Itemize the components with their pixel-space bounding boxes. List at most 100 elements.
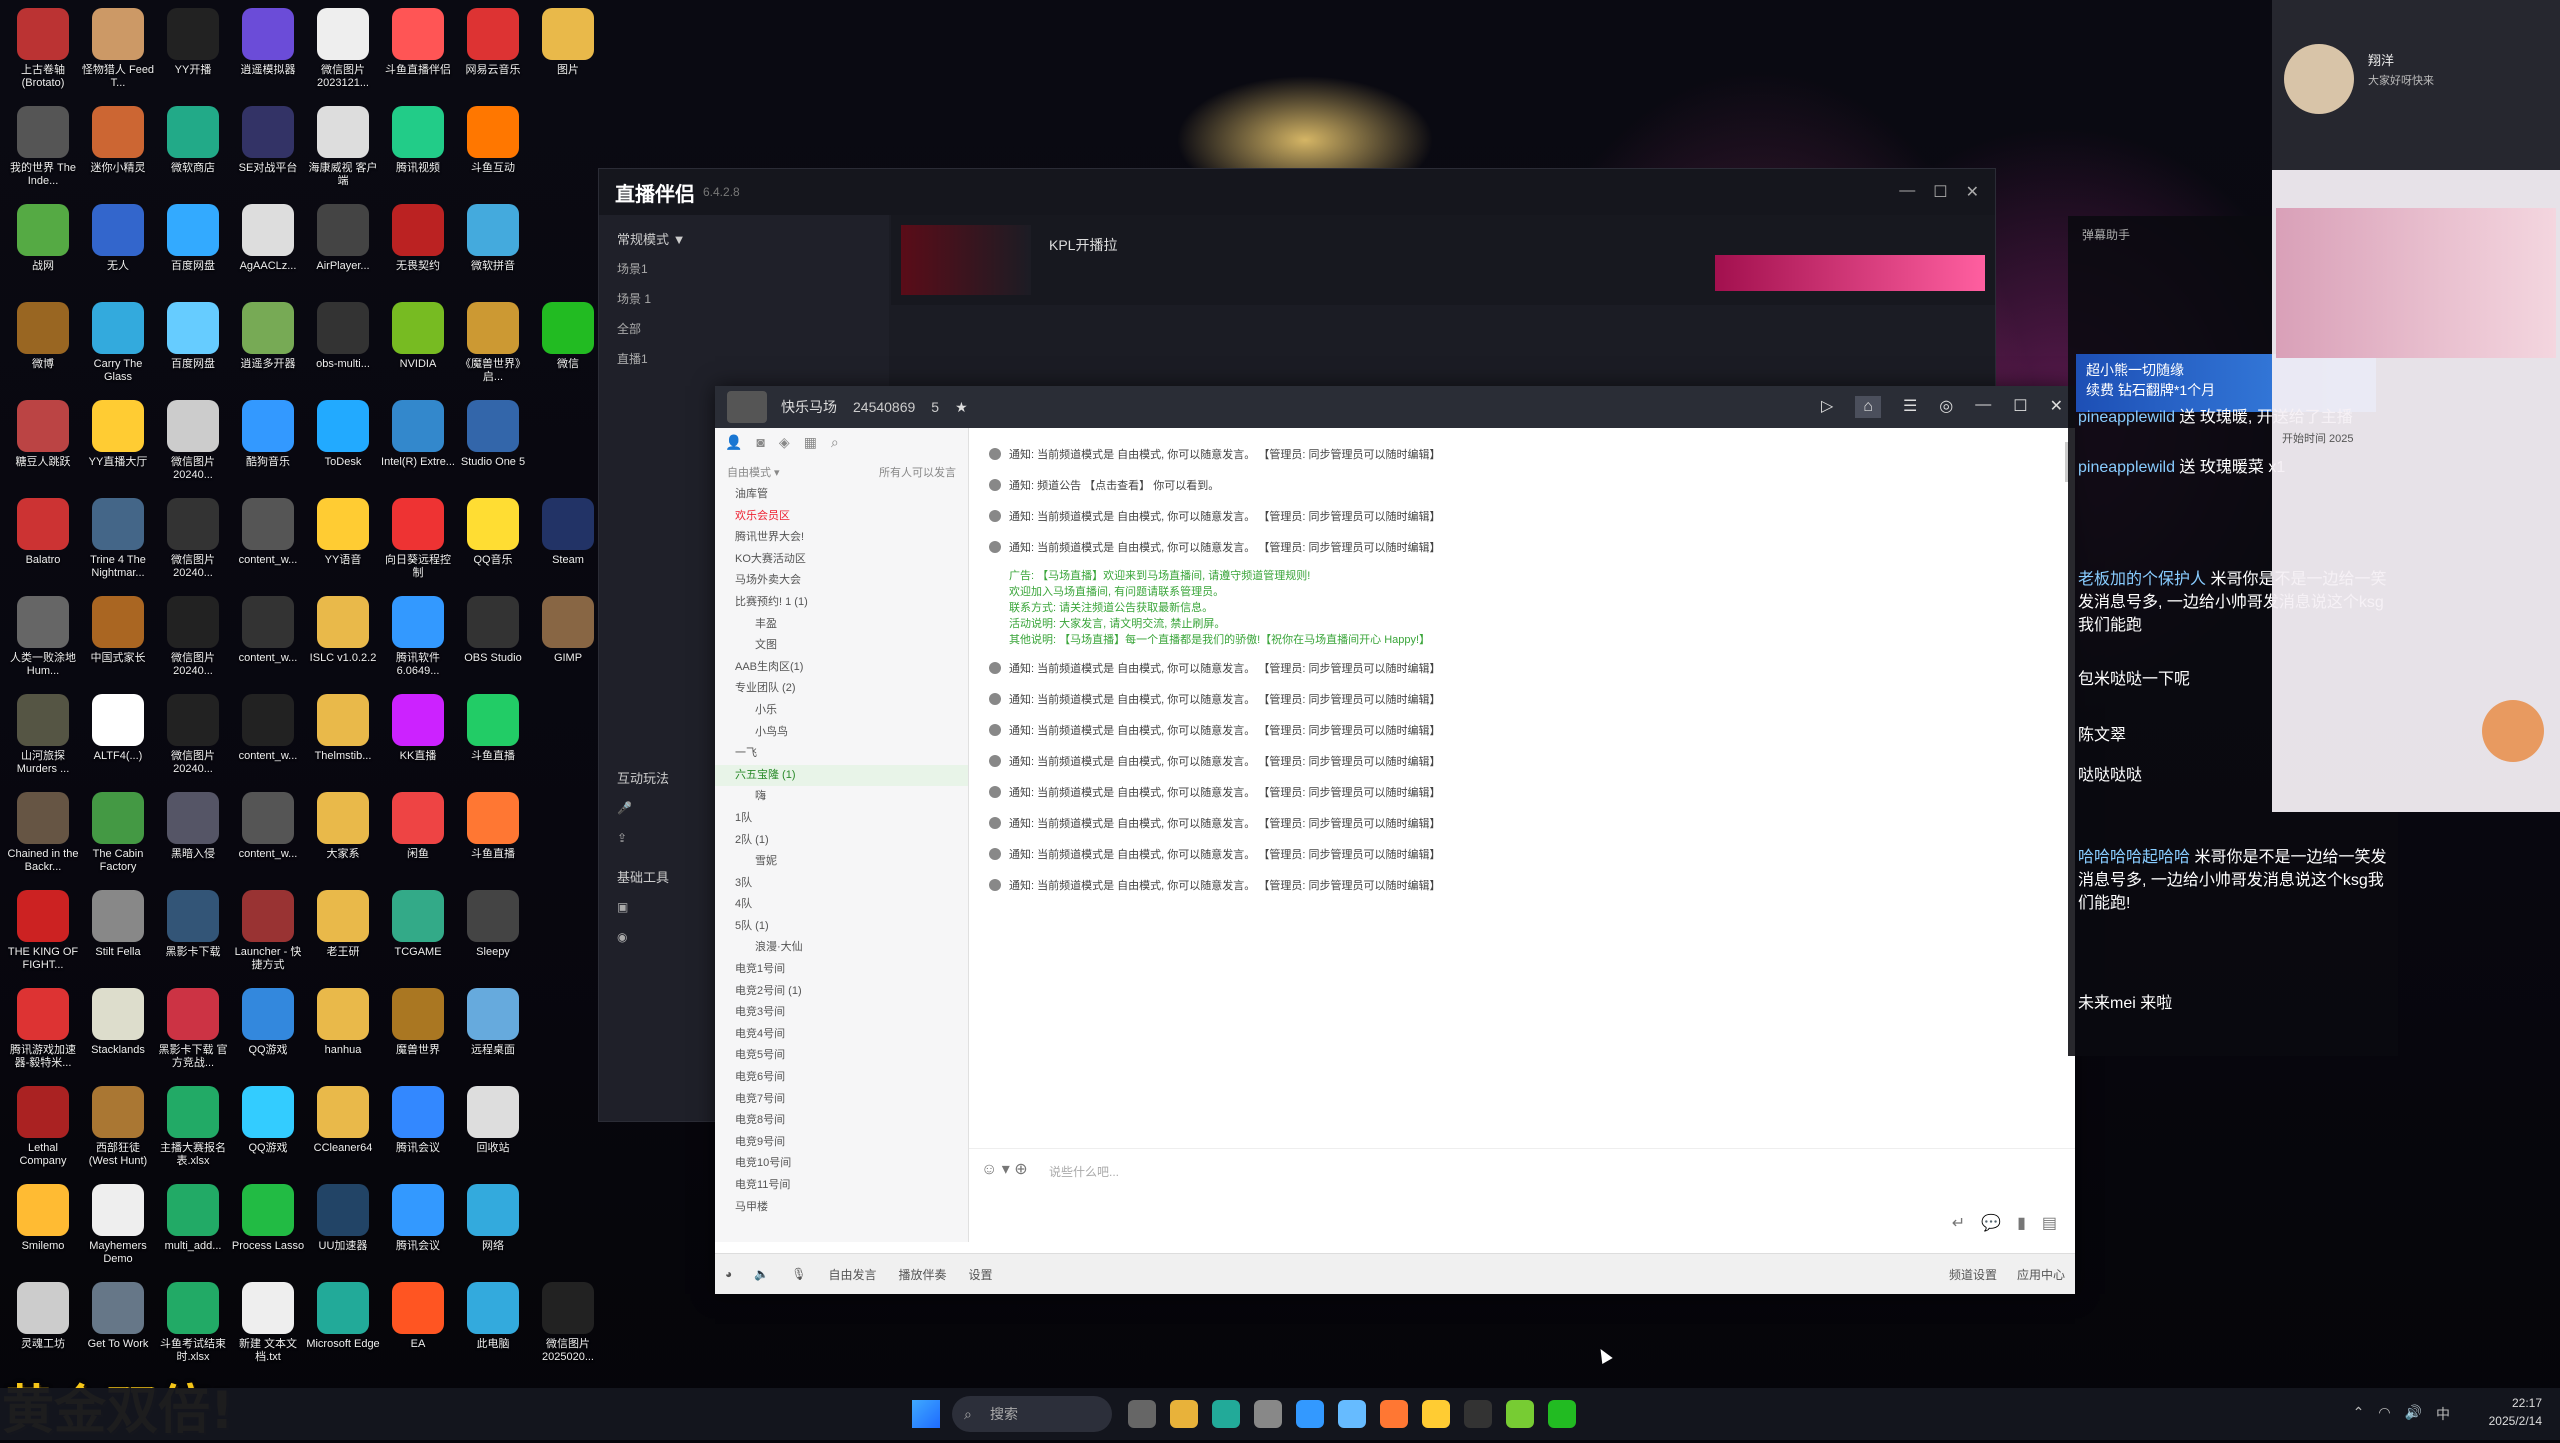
app-icon[interactable] bbox=[1464, 1400, 1492, 1428]
channel-tree-item[interactable]: 电竞8号间 bbox=[715, 1110, 968, 1132]
channel-tree-item[interactable]: 小乐 bbox=[715, 700, 968, 722]
desktop-icon[interactable]: 上古卷轴 (Brotato) bbox=[6, 4, 80, 100]
desktop-icon[interactable]: YY开播 bbox=[156, 4, 230, 100]
desktop-icon[interactable]: 黑暗入侵 bbox=[156, 788, 230, 884]
mic-icon[interactable]: 🎙 bbox=[791, 1267, 806, 1281]
desktop-icon[interactable]: 新建 文本文档.txt bbox=[231, 1278, 305, 1374]
desktop-icon[interactable]: 中国式家长 bbox=[81, 592, 155, 688]
desktop-icon[interactable]: content_w... bbox=[231, 788, 305, 884]
minimize-icon[interactable]: — bbox=[1899, 182, 1915, 202]
speak-mode[interactable]: 自由发言 bbox=[828, 1266, 876, 1283]
desktop-icon[interactable]: GIMP bbox=[531, 592, 605, 688]
desktop-icon[interactable]: Trine 4 The Nightmar... bbox=[81, 494, 155, 590]
desktop-icon[interactable]: 腾讯游戏加速器-毅特米... bbox=[6, 984, 80, 1080]
desktop-icon[interactable]: 微信图片 20240... bbox=[156, 592, 230, 688]
desktop-icon[interactable]: YY语音 bbox=[306, 494, 380, 590]
pin-icon[interactable]: ◈ bbox=[779, 434, 790, 460]
channel-topbar[interactable]: 快乐马场 24540869 5 ★ ▷ ⌂ ☰ ◎ — ☐ ✕ bbox=[715, 386, 2075, 428]
desktop-icon[interactable]: 主播大赛报名表.xlsx bbox=[156, 1082, 230, 1178]
desktop-icon[interactable]: 海康威视 客户端 bbox=[306, 102, 380, 198]
desktop-icon[interactable]: TCGAME bbox=[381, 886, 455, 982]
desktop-icon[interactable]: 老王研 bbox=[306, 886, 380, 982]
yy-channel-window[interactable]: 快乐马场 24540869 5 ★ ▷ ⌂ ☰ ◎ — ☐ ✕ 👤 ◙ ◈ ▦ … bbox=[715, 386, 2075, 1294]
grid-icon[interactable]: ▦ bbox=[804, 434, 817, 460]
channel-tree-item[interactable]: 电竞6号间 bbox=[715, 1067, 968, 1089]
desktop-icon[interactable]: Microsoft Edge bbox=[306, 1278, 380, 1374]
desktop-icon[interactable]: Mayhemers Demo bbox=[81, 1180, 155, 1276]
minimize-icon[interactable]: — bbox=[1975, 396, 1991, 418]
desktop-icon[interactable]: Process Lasso bbox=[231, 1180, 305, 1276]
desktop-icon[interactable]: 斗鱼考试结束时.xlsx bbox=[156, 1278, 230, 1374]
music-button[interactable]: 播放伴奏 bbox=[898, 1266, 946, 1283]
desktop-icon[interactable]: QQ游戏 bbox=[231, 1082, 305, 1178]
settings-button[interactable]: 设置 bbox=[968, 1266, 992, 1283]
desktop-icon[interactable]: YY直播大厅 bbox=[81, 396, 155, 492]
desktop-icon[interactable]: 微信图片 20240... bbox=[156, 396, 230, 492]
desktop-icon[interactable]: EA bbox=[381, 1278, 455, 1374]
desktop-icon[interactable]: 此电脑 bbox=[456, 1278, 530, 1374]
channel-tree-item[interactable]: 马场外卖大会 bbox=[715, 570, 968, 592]
scene-item[interactable]: 全部 bbox=[599, 314, 889, 344]
channel-tree-item[interactable]: 电竞7号间 bbox=[715, 1089, 968, 1111]
channel-tree-item[interactable]: 5队 (1) bbox=[715, 916, 968, 938]
desktop-icon[interactable]: 怪物猎人 Feed T... bbox=[81, 4, 155, 100]
desktop-icon[interactable]: ALTF4(...) bbox=[81, 690, 155, 786]
desktop-icon[interactable]: Thelmstib... bbox=[306, 690, 380, 786]
desktop-icon[interactable]: 斗鱼直播 bbox=[456, 788, 530, 884]
desktop-icon[interactable]: 逍遥多开器 bbox=[231, 298, 305, 394]
desktop-icon[interactable]: 斗鱼互动 bbox=[456, 102, 530, 198]
wechat-icon[interactable] bbox=[1506, 1400, 1534, 1428]
channel-tree-item[interactable]: 文图 bbox=[715, 635, 968, 657]
desktop-icon[interactable]: QQ游戏 bbox=[231, 984, 305, 1080]
danmaku-user[interactable]: pineapplewild bbox=[2078, 409, 2175, 426]
desktop-icon[interactable]: Lethal Company bbox=[6, 1082, 80, 1178]
star-icon[interactable]: ★ bbox=[955, 399, 968, 416]
channel-tree-item[interactable]: 油库管 bbox=[715, 484, 968, 506]
stream-preview-image[interactable] bbox=[2276, 208, 2556, 358]
app-icon[interactable] bbox=[1380, 1400, 1408, 1428]
desktop-icon[interactable]: NVIDIA bbox=[381, 298, 455, 394]
desktop-icon[interactable]: 图片 bbox=[531, 4, 605, 100]
desktop-icon[interactable]: 酷狗音乐 bbox=[231, 396, 305, 492]
desktop-icon[interactable]: 人类一败涂地 Hum... bbox=[6, 592, 80, 688]
desktop-icon[interactable]: Chained in the Backr... bbox=[6, 788, 80, 884]
desktop-icon[interactable]: 糖豆人跳跃 bbox=[6, 396, 80, 492]
channel-tree-item[interactable]: 六五宝隆 (1) bbox=[715, 764, 968, 787]
app-icon[interactable] bbox=[1548, 1400, 1576, 1428]
app-icon[interactable] bbox=[1338, 1400, 1366, 1428]
promo-banner[interactable] bbox=[1715, 255, 1985, 291]
desktop-icon[interactable]: multi_add... bbox=[156, 1180, 230, 1276]
channel-tree-item[interactable]: 电竞9号间 bbox=[715, 1132, 968, 1154]
desktop-icon[interactable]: 战网 bbox=[6, 200, 80, 296]
desktop-icon[interactable]: ISLC v1.0.2.2 bbox=[306, 592, 380, 688]
mode-select[interactable]: 常规模式 ▼ bbox=[599, 215, 889, 254]
gamepad-icon[interactable]: ◎ bbox=[1939, 396, 1953, 418]
desktop-icon[interactable]: 微软拼音 bbox=[456, 200, 530, 296]
close-icon[interactable]: ✕ bbox=[1966, 182, 1979, 202]
task-view-icon[interactable] bbox=[1128, 1400, 1156, 1428]
danmaku-user[interactable]: 老板加的个保护人 bbox=[2078, 571, 2206, 588]
search-icon[interactable]: ⌕ bbox=[831, 434, 839, 460]
bubble-icon[interactable]: 💬 bbox=[1981, 1213, 2001, 1233]
desktop-icon[interactable]: CCleaner64 bbox=[306, 1082, 380, 1178]
desktop-icon[interactable]: 微信图片 20240... bbox=[156, 690, 230, 786]
desktop-icon[interactable]: obs-multi... bbox=[306, 298, 380, 394]
scene-item[interactable]: 直播1 bbox=[599, 344, 889, 374]
channel-tree-item[interactable]: AAB生肉区(1) bbox=[715, 657, 968, 679]
desktop-icon[interactable]: Get To Work bbox=[81, 1278, 155, 1374]
settings-icon[interactable] bbox=[1254, 1400, 1282, 1428]
desktop-icon[interactable]: 大家系 bbox=[306, 788, 380, 884]
desktop-icon[interactable]: Stilt Fella bbox=[81, 886, 155, 982]
desktop-icon[interactable]: THE KING OF FIGHT... bbox=[6, 886, 80, 982]
desktop-icon[interactable]: 网易云音乐 bbox=[456, 4, 530, 100]
desktop-icon[interactable]: Intel(R) Extre... bbox=[381, 396, 455, 492]
desktop-icon[interactable]: content_w... bbox=[231, 494, 305, 590]
desktop-icon[interactable]: QQ音乐 bbox=[456, 494, 530, 590]
desktop-icon[interactable]: ToDesk bbox=[306, 396, 380, 492]
channel-tree-item[interactable]: KO大赛活动区 bbox=[715, 549, 968, 571]
user-avatar[interactable]: ◕ bbox=[725, 1267, 732, 1281]
desktop-icon[interactable]: Smilemo bbox=[6, 1180, 80, 1276]
channel-tree-item[interactable]: 嗨 bbox=[715, 786, 968, 808]
desktop-icon[interactable]: 斗鱼直播 bbox=[456, 690, 530, 786]
desktop-icon[interactable]: 黑影卡下载 bbox=[156, 886, 230, 982]
